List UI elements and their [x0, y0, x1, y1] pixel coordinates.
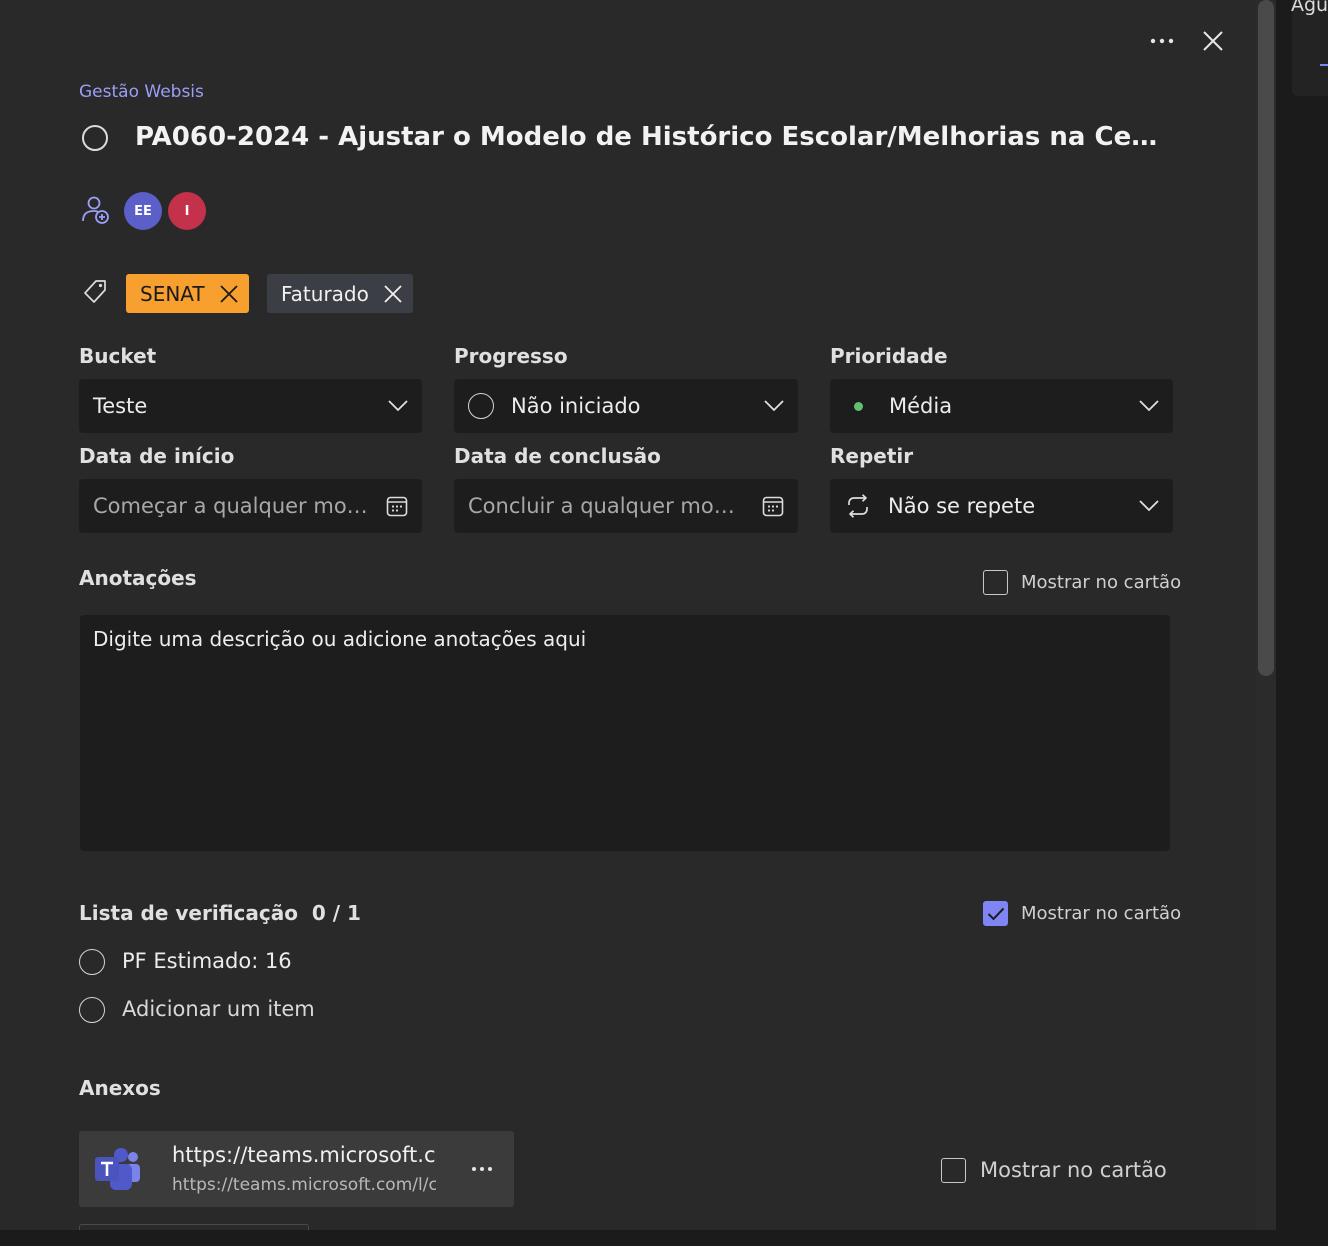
start-date-label: Data de início	[79, 444, 235, 468]
add-checklist-item-input[interactable]: Adicionar um item	[122, 997, 315, 1021]
notes-label: Anotações	[79, 566, 197, 590]
label-button[interactable]	[79, 276, 111, 308]
notes-textarea[interactable]: Digite uma descrição ou adicione anotaçõ…	[80, 615, 1170, 851]
calendar-icon[interactable]	[386, 495, 408, 517]
due-date-input[interactable]: Concluir a qualquer momento	[454, 479, 798, 533]
progress-label: Progresso	[454, 344, 568, 368]
add-item-circle[interactable]	[79, 997, 105, 1023]
attachment-show-on-card-label[interactable]: Mostrar no cartão	[980, 1158, 1167, 1182]
more-horizontal-icon	[472, 1167, 492, 1171]
complete-task-checkbox[interactable]	[82, 125, 108, 151]
background-column-title: Agu	[1291, 0, 1328, 16]
assign-button[interactable]	[79, 194, 111, 226]
close-button[interactable]	[1196, 24, 1230, 58]
scrollbar-thumb[interactable]	[1258, 0, 1274, 676]
label-text: Faturado	[281, 281, 369, 306]
tag-icon	[84, 280, 106, 303]
background-board	[1276, 0, 1328, 1246]
bucket-dropdown[interactable]: Teste	[79, 379, 422, 433]
start-date-input[interactable]: Começar a qualquer momento	[79, 479, 422, 533]
priority-medium-icon	[854, 401, 863, 411]
repeat-icon	[848, 494, 868, 518]
remove-label-faturado-button[interactable]	[383, 284, 403, 304]
attachment-more-button[interactable]	[464, 1155, 500, 1183]
checklist-show-on-card-label[interactable]: Mostrar no cartão	[1021, 903, 1181, 924]
attachment-show-on-card-checkbox[interactable]	[941, 1158, 966, 1183]
start-date-placeholder: Começar a qualquer momento	[93, 494, 379, 518]
notes-show-on-card-label[interactable]: Mostrar no cartão	[1021, 572, 1181, 593]
plan-name-link[interactable]: Gestão Websis	[79, 82, 204, 102]
more-horizontal-icon	[1150, 38, 1174, 44]
label-faturado: Faturado	[267, 274, 413, 313]
calendar-icon[interactable]	[762, 495, 784, 517]
priority-label: Prioridade	[830, 344, 948, 368]
repeat-value: Não se repete	[888, 494, 1036, 518]
teams-icon	[95, 1148, 140, 1190]
bucket-label: Bucket	[79, 344, 157, 368]
attachment-title: https://teams.microsoft.com/l/message	[172, 1143, 436, 1167]
chevron-down-icon	[1139, 400, 1159, 412]
background-accent-line	[1320, 64, 1328, 66]
checklist-label: Lista de verificação 0 / 1	[79, 901, 361, 925]
add-person-icon	[82, 196, 109, 224]
more-options-button[interactable]	[1144, 24, 1180, 58]
checklist-count: 0 / 1	[311, 901, 361, 925]
label-senat: SENAT	[126, 274, 249, 313]
bucket-value: Teste	[93, 394, 148, 418]
due-date-placeholder: Concluir a qualquer momento	[468, 494, 754, 518]
chevron-down-icon	[764, 400, 784, 412]
avatar-i[interactable]: I	[168, 192, 206, 230]
label-text: SENAT	[140, 281, 205, 306]
not-started-icon	[468, 393, 494, 419]
priority-value: Média	[889, 394, 953, 418]
attachments-label: Anexos	[79, 1076, 161, 1100]
repeat-label: Repetir	[830, 444, 914, 468]
task-details-panel: Gestão Websis PA060-2024 - Ajustar o Mod…	[0, 0, 1276, 1230]
due-date-label: Data de conclusão	[454, 444, 661, 468]
remove-label-senat-button[interactable]	[219, 284, 239, 304]
background-bottom	[0, 1230, 1328, 1246]
notes-placeholder: Digite uma descrição ou adicione anotaçõ…	[93, 627, 587, 651]
repeat-dropdown[interactable]: Não se repete	[830, 479, 1173, 533]
attachment-item[interactable]: https://teams.microsoft.com/l/message ht…	[79, 1131, 514, 1207]
checkmark-icon	[987, 907, 1004, 920]
attachment-url: https://teams.microsoft.com/l/channel	[172, 1175, 436, 1195]
checklist-item-text[interactable]: PF Estimado: 16	[122, 949, 292, 973]
close-icon	[220, 284, 238, 303]
notes-show-on-card-checkbox[interactable]	[983, 570, 1008, 595]
progress-dropdown[interactable]: Não iniciado	[454, 379, 798, 433]
close-icon	[384, 284, 402, 303]
close-icon	[1203, 31, 1223, 51]
progress-value: Não iniciado	[511, 394, 641, 418]
task-title[interactable]: PA060-2024 - Ajustar o Modelo de Históri…	[135, 122, 1165, 152]
checklist-show-on-card-checkbox[interactable]	[983, 901, 1008, 926]
chevron-down-icon	[1139, 500, 1159, 512]
avatar-ee[interactable]: EE	[124, 192, 162, 230]
checklist-item-checkbox[interactable]	[79, 949, 105, 975]
priority-dropdown[interactable]: Média	[830, 379, 1173, 433]
chevron-down-icon	[388, 400, 408, 412]
